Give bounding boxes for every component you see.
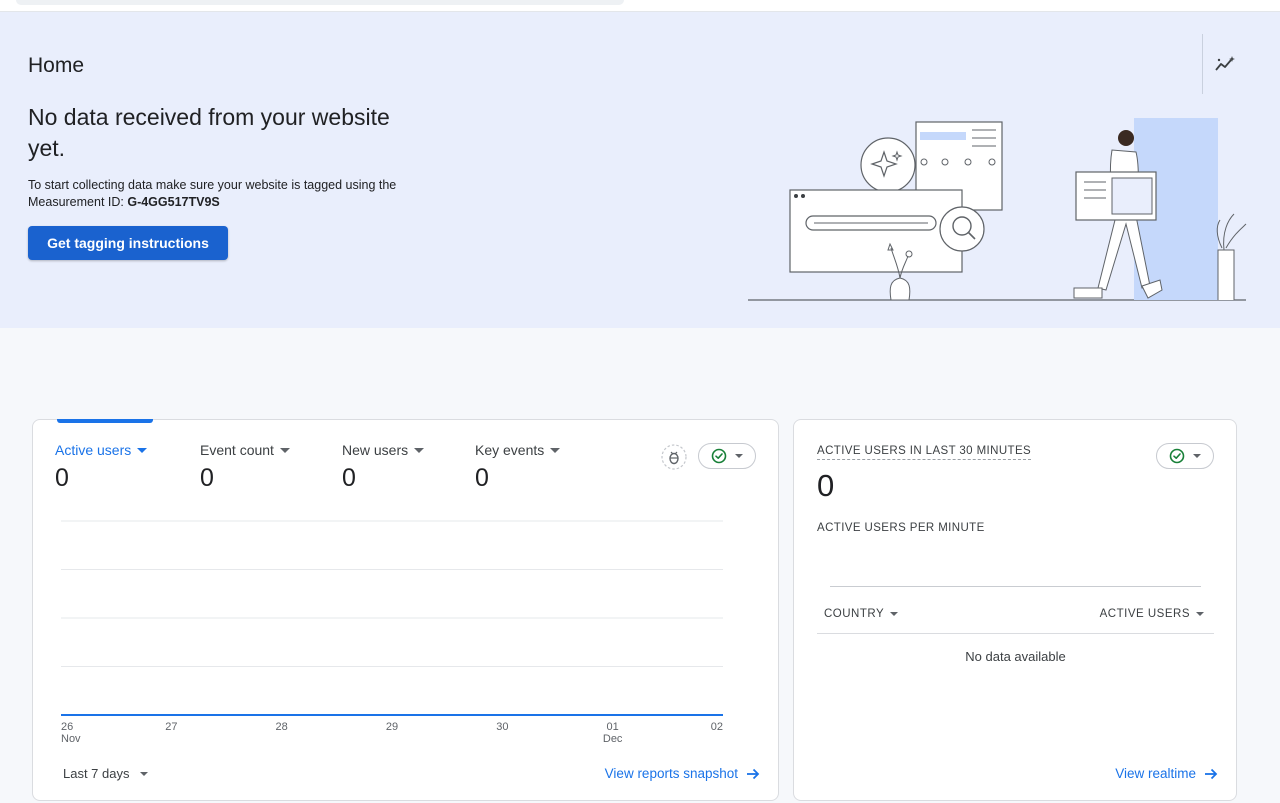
realtime-value: 0 [817,468,835,503]
active-users-label: ACTIVE USERS [1099,608,1190,620]
country-label: COUNTRY [824,608,885,620]
overview-card: Active users 0 Event count 0 New users 0… [32,419,779,801]
chevron-down-icon [890,612,899,616]
measurement-id: G-4GG517TV9S [127,195,220,209]
page-title: Home [28,54,85,77]
date-range-label: Last 7 days [63,766,130,781]
realtime-status-button[interactable] [1156,443,1214,469]
view-reports-snapshot-label: View reports snapshot [604,766,738,781]
website-illustration [748,118,1247,301]
active-users-line-chart: 26Nov 27 28 29 30 01Dec 02 [61,520,723,745]
get-tagging-instructions-button[interactable]: Get tagging instructions [28,226,228,260]
realtime-card: ACTIVE USERS IN LAST 30 MINUTES 0 ACTIVE… [793,419,1237,801]
active-users-column-header[interactable]: ACTIVE USERS [1100,608,1204,620]
x-tick-label: 30 [496,721,508,733]
view-realtime-link[interactable]: View realtime [1115,766,1218,781]
hero-banner: Home No data received from your website … [0,12,1280,328]
view-realtime-label: View realtime [1115,766,1196,781]
check-circle-icon [1169,448,1185,464]
top-bar [0,0,1280,12]
table-divider [817,633,1214,634]
country-column-header[interactable]: COUNTRY [824,608,899,620]
measurement-description: To start collecting data make sure your … [28,177,428,211]
realtime-per-minute-label: ACTIVE USERS PER MINUTE [817,522,985,534]
search-bar-edge[interactable] [16,0,624,5]
insights-sparkle-icon [1215,56,1235,71]
insights-button[interactable] [1208,48,1242,82]
x-tick-label: 27 [165,721,177,733]
x-tick-month-label: Dec [603,733,623,745]
chevron-down-icon [1193,454,1201,458]
realtime-title[interactable]: ACTIVE USERS IN LAST 30 MINUTES [817,445,1032,460]
no-data-headline: No data received from your website yet. [28,104,390,161]
arrow-right-icon [747,768,760,779]
view-reports-snapshot-link[interactable]: View reports snapshot [605,766,760,781]
x-tick-label: 26 [61,721,73,733]
chevron-down-icon [1196,612,1204,616]
arrow-right-icon [1205,768,1218,779]
per-minute-sparkline [830,586,1201,587]
x-tick-label: 01 [607,721,619,733]
no-data-message: No data available [965,649,1066,664]
x-tick-label: 28 [276,721,288,733]
x-tick-month-label: Nov [61,733,81,745]
date-range-selector[interactable]: Last 7 days [63,766,148,781]
x-tick-label: 02 [711,721,723,733]
chevron-down-icon [139,771,148,776]
insights-divider [1202,34,1203,94]
x-tick-label: 29 [386,721,398,733]
